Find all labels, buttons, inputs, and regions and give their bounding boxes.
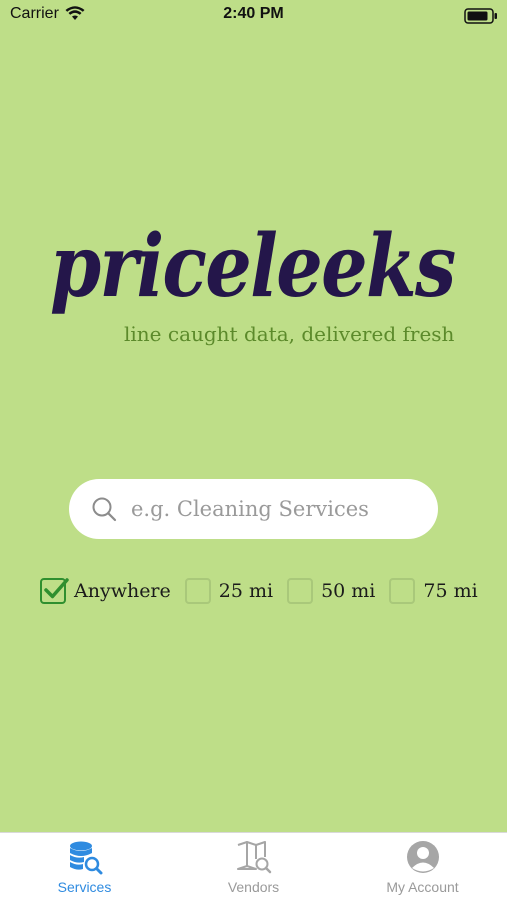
filter-label-anywhere: Anywhere xyxy=(74,580,171,602)
distance-filters: Anywhere 25 mi 50 mi 75 mi xyxy=(40,576,480,606)
checkbox-25mi[interactable] xyxy=(184,578,211,604)
database-search-icon xyxy=(69,841,102,875)
battery-icon xyxy=(464,8,498,29)
tab-vendors[interactable]: Vendors xyxy=(169,833,338,900)
map-search-icon xyxy=(236,841,271,874)
tab-label-services: Services xyxy=(57,879,112,895)
search-icon xyxy=(92,497,117,522)
tab-bar: Services Vendors My Account xyxy=(0,832,507,900)
user-circle-icon xyxy=(406,841,439,873)
checkbox-anywhere[interactable] xyxy=(40,578,69,604)
status-time: 2:40 PM xyxy=(223,5,284,22)
priceleeks-wordmark: priceleeks xyxy=(50,218,457,316)
filter-label-25mi: 25 mi xyxy=(218,580,274,602)
tab-label-vendors: Vendors xyxy=(227,879,280,895)
checkbox-50mi[interactable] xyxy=(287,578,314,604)
search-bar[interactable] xyxy=(69,479,438,539)
filter-label-50mi: 50 mi xyxy=(321,580,376,602)
search-input[interactable] xyxy=(131,491,421,527)
tab-label-my-account: My Account xyxy=(386,879,459,895)
filter-label-75mi: 75 mi xyxy=(423,580,478,602)
status-bar: Carrier 2:40 PM xyxy=(0,0,507,30)
filter-75mi[interactable]: 75 mi xyxy=(389,578,478,604)
filter-50mi[interactable]: 50 mi xyxy=(287,578,375,604)
tab-my-account[interactable]: My Account xyxy=(338,833,507,900)
filter-25mi[interactable]: 25 mi xyxy=(184,578,274,604)
checkbox-75mi[interactable] xyxy=(389,578,416,604)
tagline: line caught data, delivered fresh xyxy=(124,322,455,346)
filter-anywhere[interactable]: Anywhere xyxy=(40,578,171,604)
wordmark-text: priceleeks xyxy=(50,218,455,316)
checkmark-icon xyxy=(44,578,69,599)
tab-services[interactable]: Services xyxy=(0,833,169,900)
